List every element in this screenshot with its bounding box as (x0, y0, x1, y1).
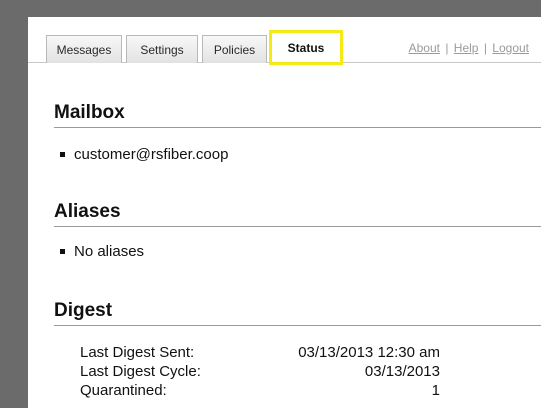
digest-value: 1 (431, 382, 440, 399)
bullet-icon (60, 152, 65, 157)
top-links: About | Help | Logout (409, 41, 529, 55)
bullet-icon (60, 249, 65, 254)
digest-value: 03/13/2013 (364, 363, 440, 380)
digest-heading: Digest (54, 300, 541, 326)
tab-messages[interactable]: Messages (46, 35, 122, 63)
mailbox-heading: Mailbox (54, 102, 541, 128)
help-link[interactable]: Help (454, 41, 479, 55)
digest-row-quarantined: Quarantined: 1 (80, 382, 440, 402)
digest-label: Last Digest Cycle: (80, 363, 201, 380)
tab-policies[interactable]: Policies (202, 35, 267, 63)
digest-row-last-cycle: Last Digest Cycle: 03/13/2013 (80, 363, 440, 383)
alias-text: No aliases (74, 243, 145, 260)
about-link[interactable]: About (409, 41, 440, 55)
tab-settings[interactable]: Settings (126, 35, 198, 63)
link-separator: | (445, 41, 449, 55)
link-separator: | (483, 41, 487, 55)
tab-bar: Messages Settings Policies Status About … (28, 17, 541, 65)
list-item: No aliases (60, 243, 144, 260)
digest-value: 03/13/2013 12:30 am (298, 344, 440, 361)
aliases-heading: Aliases (54, 201, 541, 227)
app-window: Messages Settings Policies Status About … (28, 17, 541, 408)
digest-label: Last Digest Sent: (80, 344, 195, 361)
digest-label: Quarantined: (80, 382, 167, 399)
list-item: customer@rsfiber.coop (60, 146, 228, 163)
digest-row-last-sent: Last Digest Sent: 03/13/2013 12:30 am (80, 344, 440, 364)
logout-link[interactable]: Logout (492, 41, 529, 55)
tab-status[interactable]: Status (269, 30, 343, 65)
mailbox-address: customer@rsfiber.coop (74, 146, 229, 163)
